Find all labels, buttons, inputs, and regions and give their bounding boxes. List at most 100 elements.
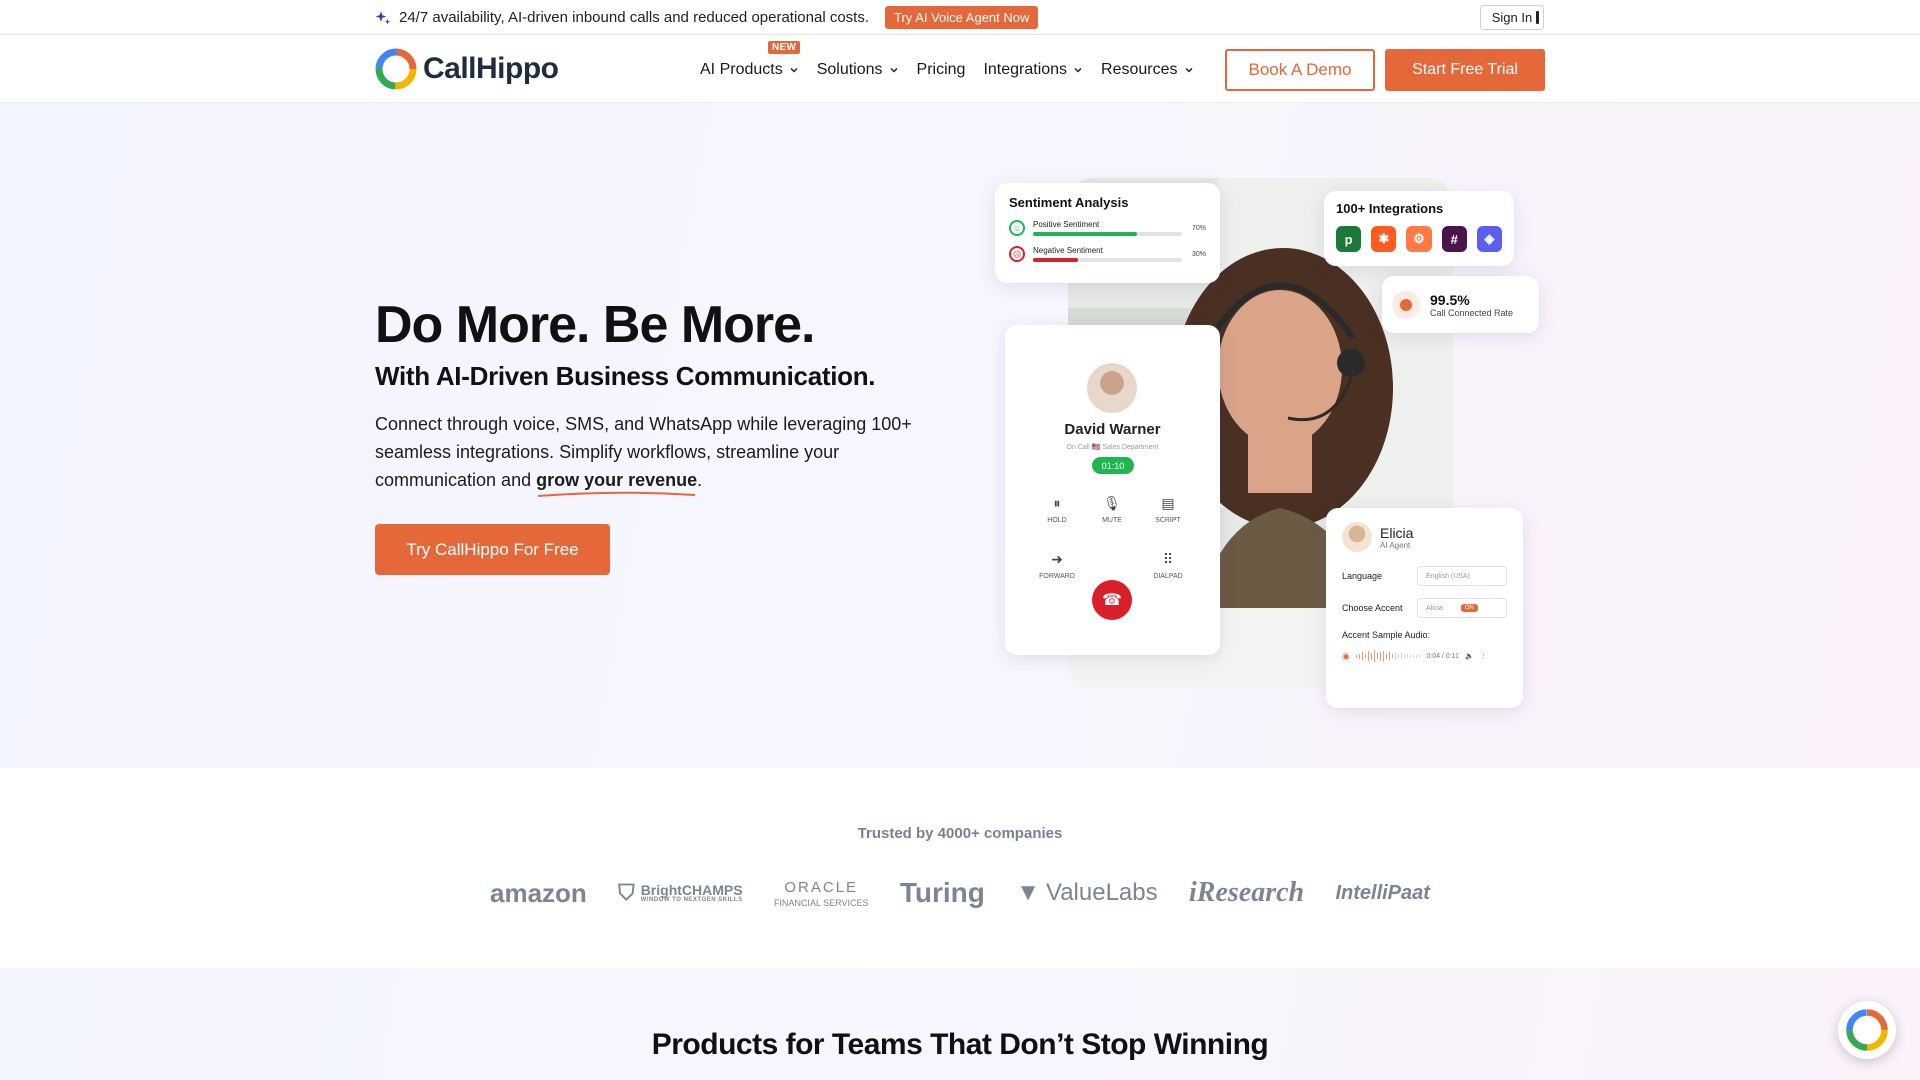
volume-icon[interactable]: 🔈 <box>1465 652 1474 660</box>
hero-title: Do More. Be More. <box>375 296 815 354</box>
chat-logo-icon <box>1846 1009 1888 1051</box>
integrations-title: 100+ Integrations <box>1336 201 1444 216</box>
audio-time: 0:04 / 0:11 <box>1426 652 1459 660</box>
integrations-card: 100+ Integrations p ✱ ⚙ # ◈ <box>1324 191 1514 266</box>
negative-sentiment-icon: ☹ <box>1009 246 1025 262</box>
pipedrive-icon: p <box>1336 226 1362 252</box>
ai-agent-card: Elicia AI Agent Language English (USA) C… <box>1326 508 1523 708</box>
hero-subtitle: With AI-Driven Business Communication. <box>375 361 876 391</box>
sentiment-fill <box>1033 232 1138 236</box>
action-label: FORWARD <box>1039 573 1075 580</box>
call-connected-rate-card: 99.5% Call Connected Rate <box>1382 276 1539 333</box>
language-value: English (USA) <box>1426 572 1470 580</box>
caller-meta: On Call 🇺🇸 Sales Department <box>1066 444 1159 451</box>
mute-button[interactable]: 🎙 MUTE <box>1087 495 1137 524</box>
company-name: ValueLabs <box>1045 879 1158 906</box>
pause-icon: ⏸ <box>1053 495 1061 511</box>
action-label: DIALPAD <box>1153 573 1183 580</box>
action-label: SCRIPT <box>1155 517 1181 524</box>
nav-resources[interactable]: Resources <box>1101 61 1193 79</box>
sentiment-bar <box>1033 232 1182 236</box>
audio-label: Accent Sample Audio: <box>1342 630 1431 640</box>
new-badge: NEW <box>768 40 801 54</box>
call-timer: 01:10 <box>1092 457 1134 474</box>
chevron-down-icon <box>1185 67 1193 73</box>
accent-value: Alicia <box>1426 604 1443 612</box>
call-card: David Warner On Call 🇺🇸 Sales Department… <box>1005 325 1220 655</box>
hero-desc-end: . <box>697 470 703 490</box>
book-demo-button[interactable]: Book A Demo <box>1225 49 1375 91</box>
forward-button[interactable]: ➜ FORWARD <box>1032 551 1082 580</box>
nav-solutions[interactable]: Solutions <box>817 61 899 79</box>
accent-select[interactable]: Alicia ON <box>1417 598 1507 618</box>
sentiment-row: ☹ Negative Sentiment 30% <box>1009 246 1206 262</box>
sign-in-button[interactable]: Sign In <box>1480 5 1544 30</box>
company-name: amazon <box>490 877 587 908</box>
oracle-logo: ORACLE FINANCIAL SERVICES <box>774 879 869 908</box>
action-label: MUTE <box>1102 517 1122 524</box>
agent-role: AI Agent <box>1380 540 1411 550</box>
slack-icon: # <box>1441 226 1467 252</box>
chevron-down-icon <box>790 67 798 73</box>
products-title: Products for Teams That Don’t Stop Winni… <box>651 1028 1269 1061</box>
nav-item-label: Pricing <box>916 60 966 78</box>
chevron-down-icon <box>1074 67 1082 73</box>
sentiment-label: Positive Sentiment <box>1033 220 1100 229</box>
sentiment-row: ☺ Positive Sentiment 70% <box>1009 220 1206 236</box>
nav-integrations[interactable]: Integrations <box>983 61 1083 79</box>
sentiment-pct: 70% <box>1191 224 1206 232</box>
sentiment-title: Sentiment Analysis <box>1009 195 1129 210</box>
positive-sentiment-icon: ☺ <box>1009 220 1025 236</box>
brand-name: CallHippo <box>423 52 559 85</box>
sentiment-bar <box>1033 258 1182 262</box>
language-label: Language <box>1342 571 1383 581</box>
try-ai-voice-agent-button[interactable]: Try AI Voice Agent Now <box>885 6 1039 29</box>
try-callhippo-button[interactable]: Try CallHippo For Free <box>375 524 610 575</box>
caller-avatar <box>1087 363 1137 413</box>
announcement-text: 24/7 availability, AI-driven inbound cal… <box>399 9 870 26</box>
sentiment-label: Negative Sentiment <box>1033 246 1103 255</box>
rate-value: 99.5% <box>1430 291 1470 308</box>
accent-label: Choose Accent <box>1342 603 1403 613</box>
turing-logo: Turing <box>900 877 985 909</box>
caller-name: David Warner <box>1064 421 1161 438</box>
chat-widget-button[interactable] <box>1838 1001 1896 1059</box>
nav-item-label: AI Products <box>700 60 783 78</box>
shield-icon: ⛉ <box>618 880 635 905</box>
company-logos: amazon ⛉ BrightCHAMPS WINDOW TO NEXTGEN S… <box>490 868 1430 918</box>
trusted-heading: Trusted by 4000+ companies <box>857 825 1063 842</box>
callhippo-logo-icon <box>375 48 417 90</box>
hold-button[interactable]: ⏸ HOLD <box>1032 495 1082 524</box>
dialpad-button[interactable]: ⠿ DIALPAD <box>1143 551 1193 580</box>
zapier-icon: ✱ <box>1371 226 1397 252</box>
main-nav: CallHippo AI Products NEW Solutions Pric… <box>0 36 1920 103</box>
mic-off-icon: 🎙 <box>1103 495 1121 511</box>
audio-player[interactable]: ◉ 0:04 / 0:11 🔈 ⋮ <box>1342 650 1507 662</box>
shield-app-icon: ◈ <box>1476 226 1503 252</box>
valuelabs-mark-icon: ▼ <box>1016 879 1040 906</box>
dialpad-icon: ⠿ <box>1162 551 1174 567</box>
hero-description: Connect through voice, SMS, and WhatsApp… <box>375 410 935 497</box>
intellipaat-logo: IntelliPaat <box>1335 882 1429 905</box>
language-select[interactable]: English (USA) <box>1417 566 1507 586</box>
play-icon[interactable]: ◉ <box>1342 651 1350 662</box>
company-name: iResearch <box>1188 877 1305 908</box>
more-options-icon[interactable]: ⋮ <box>1480 652 1487 660</box>
rate-label: Call Connected Rate <box>1430 307 1514 318</box>
company-name: Turing <box>899 877 985 908</box>
start-free-trial-button[interactable]: Start Free Trial <box>1385 49 1545 91</box>
company-name: BrightCHAMPS <box>640 882 743 898</box>
nav-ai-products[interactable]: AI Products NEW <box>700 40 801 79</box>
iresearch-logo: iResearch <box>1189 877 1304 909</box>
script-button[interactable]: ▤ SCRIPT <box>1143 495 1193 524</box>
brightchamps-tagline: WINDOW TO NEXTGEN SKILLS <box>640 897 743 903</box>
brightchamps-logo: ⛉ BrightCHAMPS WINDOW TO NEXTGEN SKILLS <box>618 880 742 906</box>
announcement-bar: 24/7 availability, AI-driven inbound cal… <box>0 0 1920 35</box>
brand-logo[interactable]: CallHippo <box>375 48 559 90</box>
nav-pricing[interactable]: Pricing <box>917 61 966 79</box>
sparkle-icon <box>375 10 391 24</box>
nav-menu: AI Products NEW Solutions Pricing Integr… <box>700 36 1194 103</box>
highlight-text: grow your revenue <box>536 470 698 490</box>
hang-up-button[interactable]: ☎ <box>1092 580 1132 620</box>
nav-item-label: Solutions <box>816 60 883 78</box>
